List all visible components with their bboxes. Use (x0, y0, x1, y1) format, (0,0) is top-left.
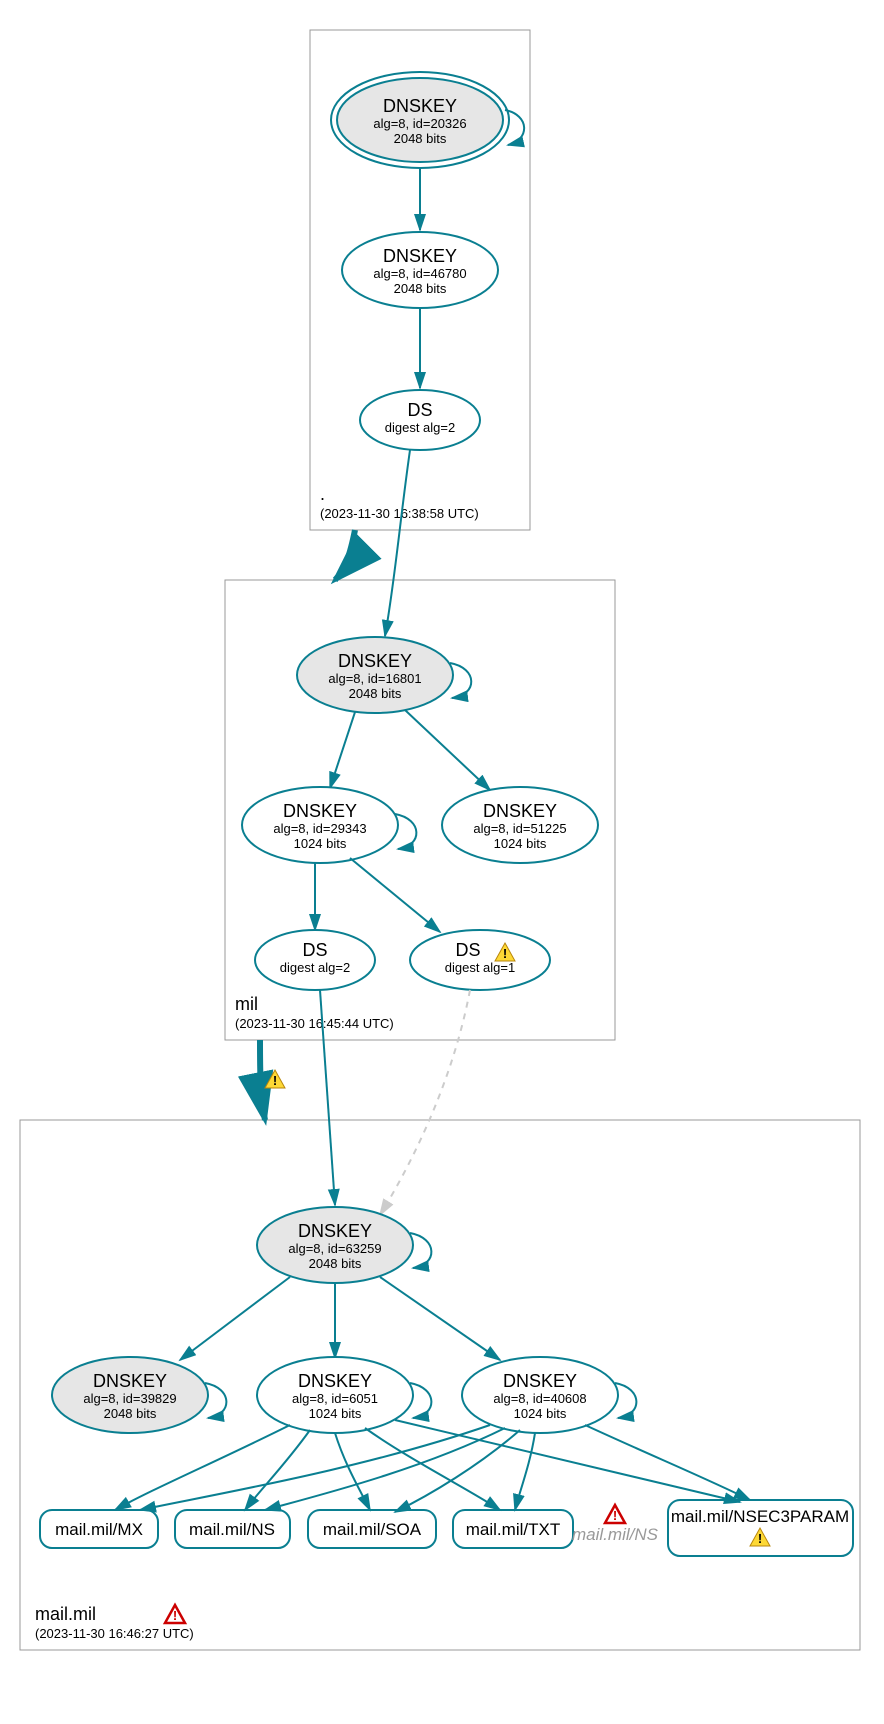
svg-text:1024 bits: 1024 bits (514, 1406, 567, 1421)
svg-text:!: ! (273, 1073, 277, 1088)
mail-k4-node[interactable]: DNSKEY alg=8, id=40608 1024 bits (462, 1357, 618, 1433)
root-zone-time: (2023-11-30 16:38:58 UTC) (320, 506, 479, 521)
rr-txt[interactable]: mail.mil/TXT (453, 1510, 573, 1548)
svg-text:DNSKEY: DNSKEY (338, 651, 412, 671)
mail-zone-time: (2023-11-30 16:46:27 UTC) (35, 1626, 194, 1641)
svg-text:1024 bits: 1024 bits (294, 836, 347, 851)
svg-text:alg=8, id=63259: alg=8, id=63259 (288, 1241, 381, 1256)
svg-text:alg=8, id=46780: alg=8, id=46780 (373, 266, 466, 281)
svg-text:DS: DS (302, 940, 327, 960)
rr-nsec3param[interactable]: mail.mil/NSEC3PARAM ! (668, 1500, 853, 1556)
svg-text:alg=8, id=29343: alg=8, id=29343 (273, 821, 366, 836)
svg-text:DS: DS (455, 940, 480, 960)
mil-ksk-node[interactable]: DNSKEY alg=8, id=16801 2048 bits (297, 637, 453, 713)
svg-text:alg=8, id=40608: alg=8, id=40608 (493, 1391, 586, 1406)
svg-text:alg=8, id=39829: alg=8, id=39829 (83, 1391, 176, 1406)
svg-text:mail.mil/NS: mail.mil/NS (189, 1520, 275, 1539)
svg-text:2048 bits: 2048 bits (394, 281, 447, 296)
svg-text:!: ! (503, 946, 507, 961)
mil-ds1-node[interactable]: DS digest alg=2 (255, 930, 375, 990)
mail-k2-node[interactable]: DNSKEY alg=8, id=39829 2048 bits (52, 1357, 208, 1433)
svg-text:DS: DS (407, 400, 432, 420)
mil-zone-time: (2023-11-30 16:45:44 UTC) (235, 1016, 394, 1031)
svg-text:alg=8, id=6051: alg=8, id=6051 (292, 1391, 378, 1406)
mail-k3-node[interactable]: DNSKEY alg=8, id=6051 1024 bits (257, 1357, 413, 1433)
dnssec-graph: DNSKEY alg=8, id=20326 2048 bits DNSKEY … (0, 0, 884, 1724)
mil-zsk1-node[interactable]: DNSKEY alg=8, id=29343 1024 bits (242, 787, 398, 863)
svg-text:2048 bits: 2048 bits (309, 1256, 362, 1271)
svg-text:mail.mil/TXT: mail.mil/TXT (466, 1520, 560, 1539)
svg-text:2048 bits: 2048 bits (104, 1406, 157, 1421)
svg-text:digest alg=2: digest alg=2 (385, 420, 455, 435)
mail-ksk-node[interactable]: DNSKEY alg=8, id=63259 2048 bits (257, 1207, 413, 1283)
svg-text:2048 bits: 2048 bits (394, 131, 447, 146)
root-zone-label: . (320, 484, 325, 504)
svg-text:alg=8, id=16801: alg=8, id=16801 (328, 671, 421, 686)
svg-text:DNSKEY: DNSKEY (483, 801, 557, 821)
svg-text:DNSKEY: DNSKEY (283, 801, 357, 821)
svg-text:DNSKEY: DNSKEY (503, 1371, 577, 1391)
rr-soa[interactable]: mail.mil/SOA (308, 1510, 436, 1548)
svg-text:DNSKEY: DNSKEY (93, 1371, 167, 1391)
root-ksk-node[interactable]: DNSKEY alg=8, id=20326 2048 bits (331, 72, 509, 168)
svg-text:alg=8, id=51225: alg=8, id=51225 (473, 821, 566, 836)
svg-text:DNSKEY: DNSKEY (383, 246, 457, 266)
mil-zsk2-node[interactable]: DNSKEY alg=8, id=51225 1024 bits (442, 787, 598, 863)
svg-text:mail.mil/SOA: mail.mil/SOA (323, 1520, 422, 1539)
rr-ns[interactable]: mail.mil/NS (175, 1510, 290, 1548)
svg-text:mail.mil/MX: mail.mil/MX (55, 1520, 143, 1539)
warn-icon: ! (265, 1070, 285, 1088)
rr-mx[interactable]: mail.mil/MX (40, 1510, 158, 1548)
error-icon: ! (605, 1505, 625, 1523)
svg-text:!: ! (173, 1608, 177, 1623)
svg-text:DNSKEY: DNSKEY (383, 96, 457, 116)
svg-text:!: ! (758, 1531, 762, 1546)
svg-text:2048 bits: 2048 bits (349, 686, 402, 701)
error-icon: ! (165, 1605, 185, 1623)
root-ds-node[interactable]: DS digest alg=2 (360, 390, 480, 450)
root-zsk-node[interactable]: DNSKEY alg=8, id=46780 2048 bits (342, 232, 498, 308)
rr-ns-error[interactable]: ! mail.mil/NS (572, 1505, 659, 1544)
svg-text:digest alg=1: digest alg=1 (445, 960, 515, 975)
svg-text:DNSKEY: DNSKEY (298, 1221, 372, 1241)
svg-text:DNSKEY: DNSKEY (298, 1371, 372, 1391)
svg-text:1024 bits: 1024 bits (494, 836, 547, 851)
svg-text:mail.mil/NSEC3PARAM: mail.mil/NSEC3PARAM (671, 1507, 849, 1526)
svg-text:alg=8, id=20326: alg=8, id=20326 (373, 116, 466, 131)
svg-text:!: ! (613, 1508, 617, 1523)
mil-ds2-node[interactable]: DS digest alg=1 ! (410, 930, 550, 990)
svg-text:1024 bits: 1024 bits (309, 1406, 362, 1421)
svg-text:digest alg=2: digest alg=2 (280, 960, 350, 975)
svg-text:mail.mil/NS: mail.mil/NS (572, 1525, 659, 1544)
mil-zone-label: mil (235, 994, 258, 1014)
mail-zone-label: mail.mil (35, 1604, 96, 1624)
